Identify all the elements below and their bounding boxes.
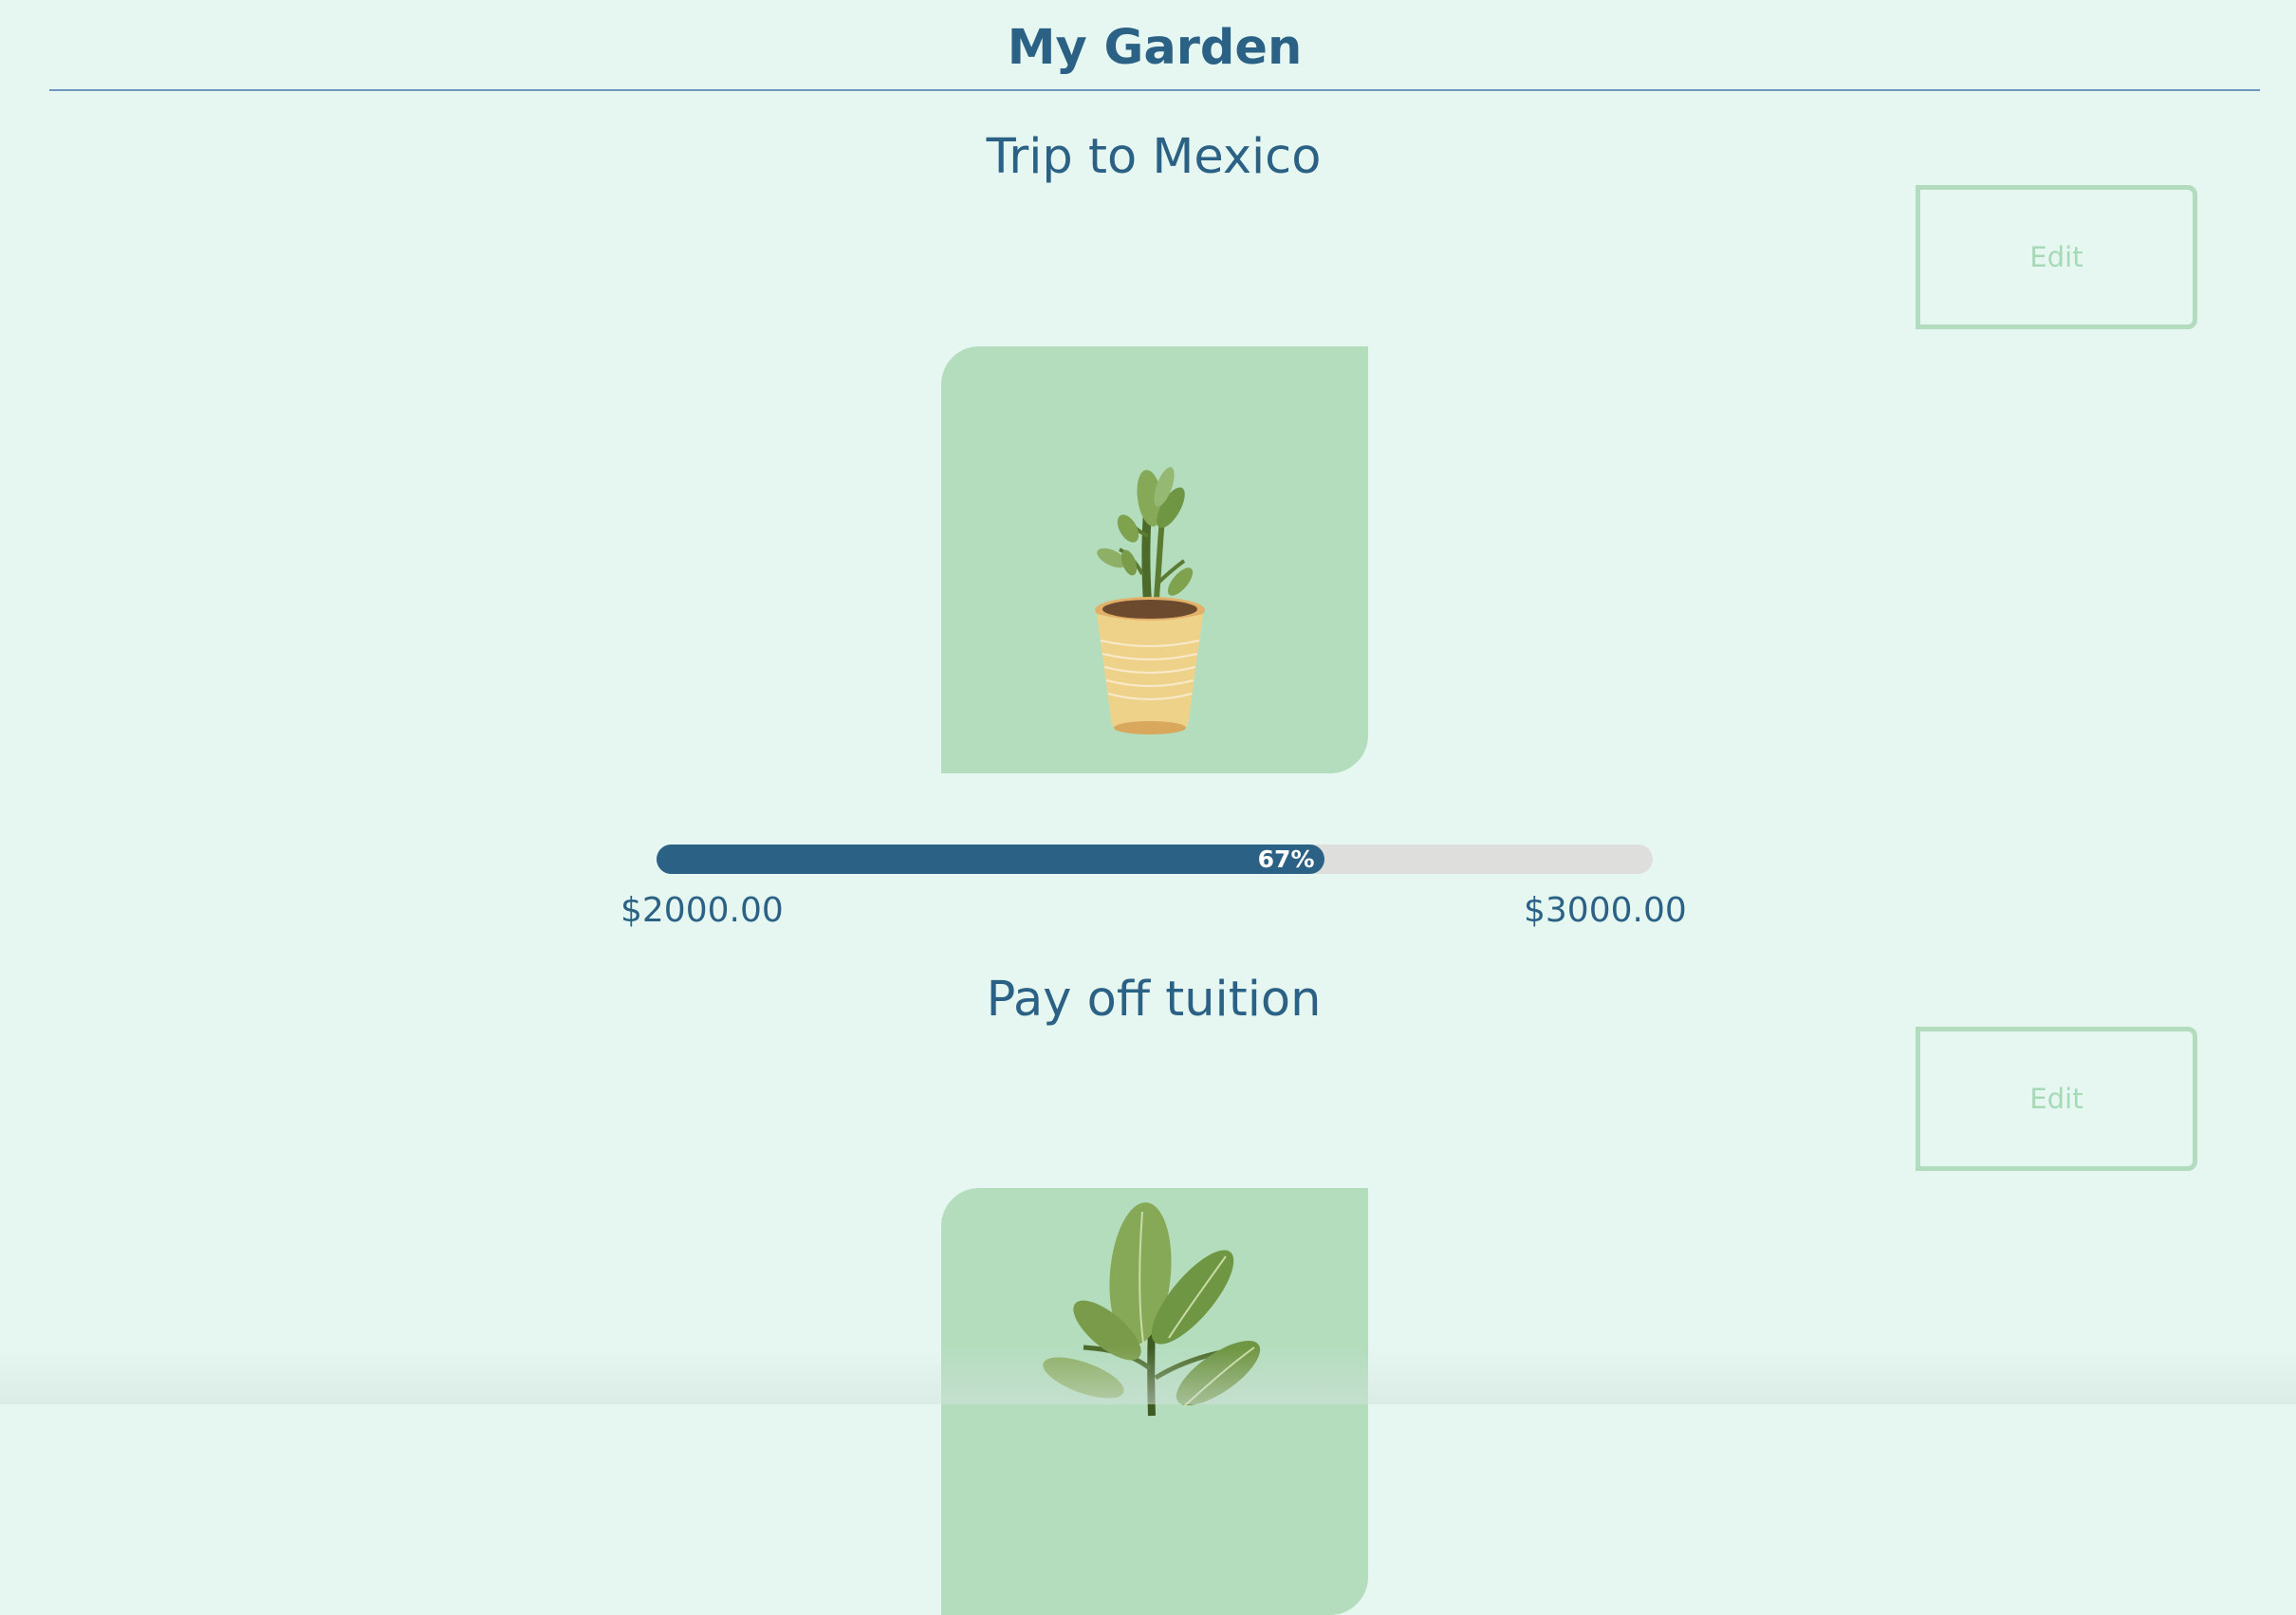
progress-bar-fill: 67% <box>657 845 1324 874</box>
goal-title: Trip to Mexico <box>986 129 1322 185</box>
target-amount: $3000.00 <box>1524 891 1687 930</box>
sprout-in-pot-icon <box>1095 467 1205 734</box>
progress-percent: 67% <box>1257 845 1315 873</box>
edit-goal-button[interactable]: Edit <box>1916 185 2197 329</box>
goal-title: Pay off tuition <box>986 972 1322 1028</box>
edit-goal-button[interactable]: Edit <box>1916 1027 2197 1171</box>
current-amount: $2000.00 <box>620 891 784 930</box>
leafy-plant-icon <box>1043 1202 1261 1417</box>
page-header: My Garden <box>49 0 2260 91</box>
plant-image <box>941 1188 1368 1615</box>
page-title: My Garden <box>1007 20 1303 76</box>
plant-image <box>941 346 1368 773</box>
progress-bar: 67% <box>657 845 1653 874</box>
